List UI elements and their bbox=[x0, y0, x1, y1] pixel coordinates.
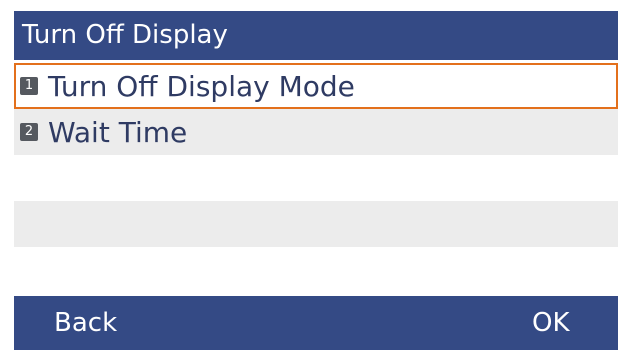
softkey-bar: Back OK bbox=[14, 296, 618, 350]
number-1-icon: 1 bbox=[20, 77, 38, 95]
screen-title: Turn Off Display bbox=[22, 20, 228, 50]
phone-display: Turn Off Display 1 Turn Off Display Mode… bbox=[0, 0, 632, 350]
title-bar: Turn Off Display bbox=[14, 11, 618, 60]
menu-item-label: Wait Time bbox=[48, 115, 188, 149]
menu-list: 1 Turn Off Display Mode 2 Wait Time bbox=[14, 63, 618, 294]
empty-row bbox=[14, 155, 618, 201]
number-2-icon: 2 bbox=[20, 123, 38, 141]
back-softkey[interactable]: Back bbox=[54, 296, 117, 350]
ok-softkey[interactable]: OK bbox=[532, 296, 570, 350]
empty-row bbox=[14, 247, 618, 293]
menu-item-label: Turn Off Display Mode bbox=[48, 69, 355, 103]
empty-row bbox=[14, 201, 618, 247]
menu-item-turn-off-display-mode[interactable]: 1 Turn Off Display Mode bbox=[14, 63, 618, 109]
menu-item-wait-time[interactable]: 2 Wait Time bbox=[14, 109, 618, 155]
